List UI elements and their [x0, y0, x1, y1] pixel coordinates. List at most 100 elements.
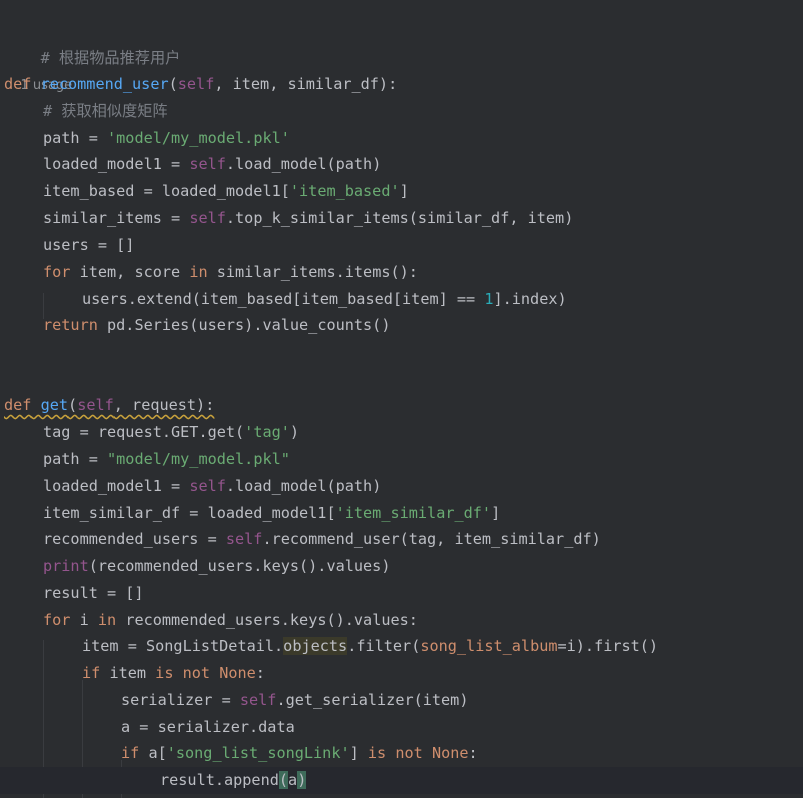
code-text: a: [288, 771, 298, 789]
code-line-if-item: if item is not None:: [82, 660, 803, 687]
code-line-load-model: loaded_model1 = self.load_model(path): [43, 473, 803, 500]
params: , request):: [113, 396, 215, 414]
keyword-in: in: [97, 611, 117, 629]
code-line-comment: # 获取相似度矩阵: [43, 98, 803, 125]
self-keyword: self: [189, 477, 226, 495]
code-line-for-items: for item, score in similar_items.items()…: [43, 259, 803, 286]
code-line-def-recommend-user: def recommend_user(self, item, similar_d…: [4, 71, 803, 98]
code-line-similar-items: similar_items = self.top_k_similar_items…: [43, 205, 803, 232]
code-line-a-data: a = serializer.data: [121, 714, 803, 741]
code-line-users: users = []: [43, 232, 803, 259]
code-text: loaded_model1 =: [43, 155, 190, 173]
self-keyword: self: [189, 155, 226, 173]
code-text: .top_k_similar_items(similar_df, item): [225, 209, 574, 227]
code-text: .recommend_user(tag, item_similar_df): [262, 530, 601, 548]
self-keyword: self: [239, 691, 277, 709]
matched-paren-close: ): [297, 771, 307, 789]
code-text: a[: [139, 744, 167, 762]
code-line-item-similar-df: item_similar_df = loaded_model1['item_si…: [43, 500, 803, 527]
code-line-result: result = []: [43, 580, 803, 607]
string-literal: 'tag': [244, 423, 290, 441]
keyword-arg: song_list_album: [420, 637, 558, 655]
code-text: i: [70, 611, 98, 629]
code-text: similar_items =: [43, 209, 190, 227]
code-text: :: [468, 744, 478, 762]
keyword-is-not: is not: [367, 744, 423, 762]
keyword-for: for: [43, 263, 71, 281]
builtin-print: print: [43, 557, 89, 575]
code-text: pd.Series(users).value_counts(): [97, 316, 391, 334]
code-text: item_based = loaded_model1[: [43, 182, 290, 200]
code-text: item: [100, 664, 156, 682]
keyword-in: in: [189, 263, 208, 281]
code-text: ]: [491, 504, 501, 522]
params: , item, similar_df):: [214, 75, 398, 93]
code-line-def-get: def get(self, request):: [4, 392, 803, 419]
code-text: result = []: [43, 584, 144, 602]
keyword-none: None: [431, 744, 469, 762]
code-text: item = SongListDetail.: [82, 637, 284, 655]
code-text: recommended_users =: [43, 530, 226, 548]
string-literal: 'song_list_songLink': [166, 744, 350, 762]
paren: (: [68, 396, 78, 414]
code-text: ): [289, 423, 300, 441]
keyword-def: def: [4, 75, 32, 93]
code-text: :: [255, 664, 265, 682]
keyword-return: return: [43, 316, 98, 334]
code-text: item_similar_df = loaded_model1[: [43, 504, 336, 522]
code-text: ]: [349, 744, 368, 762]
code-text: a = serializer.data: [121, 718, 295, 736]
code-line-comment-title: # 根据物品推荐用户: [4, 18, 803, 67]
string-literal: "model/my_model.pkl": [107, 450, 290, 468]
code-text: recommended_users.keys().values:: [116, 611, 418, 629]
code-text: item, score: [70, 263, 190, 281]
warning-highlight[interactable]: def get(self, request):: [4, 396, 214, 414]
code-text: .filter(: [347, 637, 421, 655]
usage-hint[interactable]: 1 usage: [4, 46, 803, 93]
code-line-serializer: serializer = self.get_serializer(item): [121, 687, 803, 714]
code-line-item-filter: item = SongListDetail.objects.filter(son…: [82, 633, 803, 660]
code-text: .load_model(path): [225, 155, 382, 173]
code-line-print: print(recommended_users.keys().values): [43, 553, 803, 580]
objects-highlight[interactable]: objects: [283, 637, 348, 655]
self-param: self: [177, 75, 215, 93]
code-text: path =: [43, 450, 108, 468]
keyword-none: None: [219, 664, 256, 682]
code-text: serializer =: [121, 691, 240, 709]
comment: # 获取相似度矩阵: [43, 102, 168, 120]
code-text: loaded_model1 =: [43, 477, 190, 495]
string-literal: 'model/my_model.pkl': [107, 129, 290, 147]
keyword-if: if: [121, 744, 140, 762]
code-text: similar_items.items():: [207, 263, 418, 281]
code-editor[interactable]: # 根据物品推荐用户 1 usage def recommend_user(se…: [0, 0, 803, 798]
keyword-for: for: [43, 611, 71, 629]
code-text: (recommended_users.keys().values): [88, 557, 391, 575]
code-text: ].index): [493, 290, 567, 308]
code-text: path =: [43, 129, 108, 147]
code-line-path: path = 'model/my_model.pkl': [43, 125, 803, 152]
self-keyword: self: [189, 209, 226, 227]
matched-paren-open: (: [278, 771, 289, 789]
self-keyword: self: [225, 530, 263, 548]
code-line-users-extend: users.extend(item_based[item_based[item]…: [82, 286, 803, 313]
code-text: users = []: [43, 236, 135, 254]
code-line-if-songlink: if a['song_list_songLink'] is not None:: [121, 740, 803, 767]
code-text: =i).first(): [557, 637, 659, 655]
keyword-is-not: is not: [155, 664, 211, 682]
code-line-load-model: loaded_model1 = self.load_model(path): [43, 151, 803, 178]
paren: (: [168, 75, 178, 93]
code-line-item-based: item_based = loaded_model1['item_based']: [43, 178, 803, 205]
function-name-get[interactable]: get: [41, 396, 68, 414]
string-literal: 'item_similar_df': [335, 504, 492, 522]
code-text: tag = request.GET.get(: [43, 423, 245, 441]
code-line-recommended-users: recommended_users = self.recommend_user(…: [43, 526, 803, 553]
self-param: self: [77, 396, 114, 414]
function-name-recommend-user[interactable]: recommend_user: [41, 75, 169, 93]
code-text: ]: [399, 182, 409, 200]
code-line-tag: tag = request.GET.get('tag'): [43, 419, 803, 446]
keyword-def: def: [4, 396, 32, 414]
code-text: .load_model(path): [225, 477, 382, 495]
code-line-for-keys: for i in recommended_users.keys().values…: [43, 607, 803, 634]
code-line-append[interactable]: result.append(a): [0, 767, 803, 794]
code-line-path: path = "model/my_model.pkl": [43, 446, 803, 473]
